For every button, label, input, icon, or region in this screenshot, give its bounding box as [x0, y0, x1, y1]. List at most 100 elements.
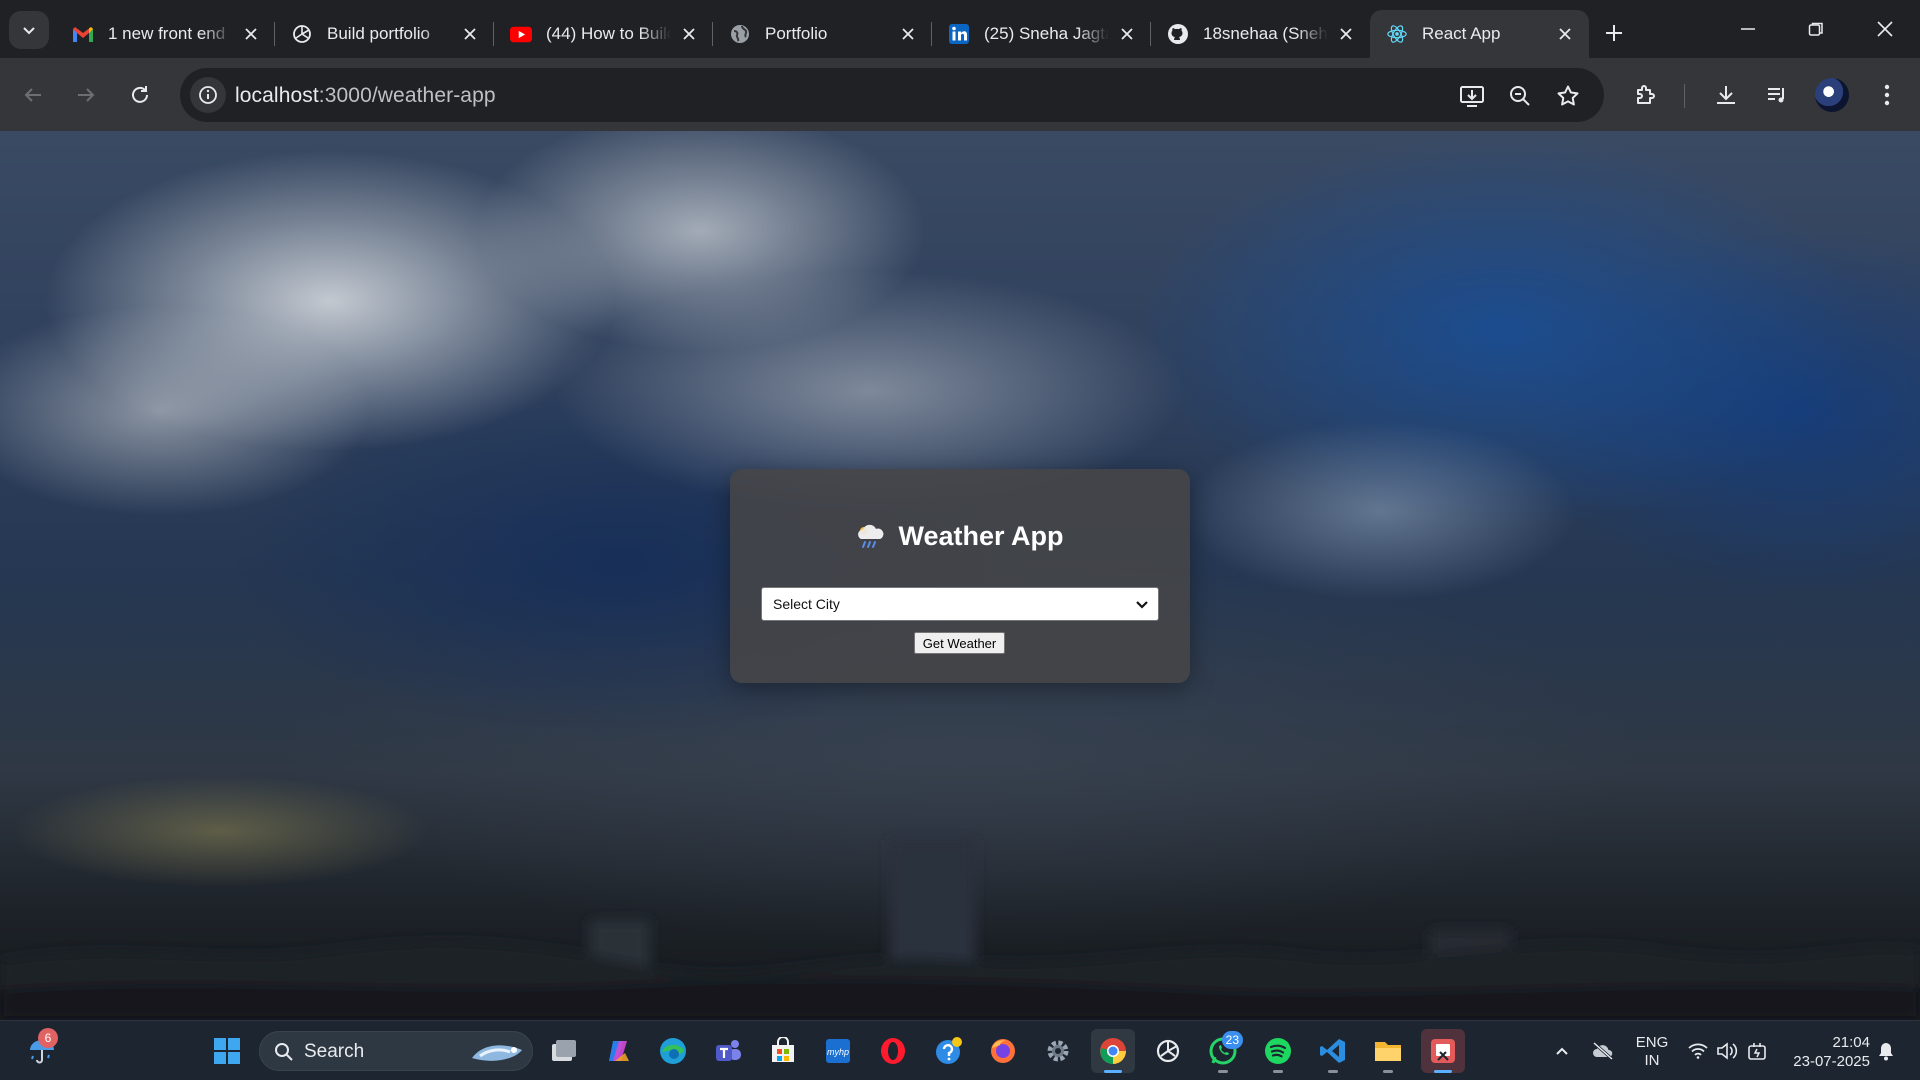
city-select[interactable]: Select City [761, 587, 1159, 621]
restore-button[interactable] [1786, 8, 1846, 50]
tab-react-app[interactable]: React App [1370, 10, 1589, 58]
downloads-button[interactable] [1707, 76, 1745, 114]
back-button[interactable] [14, 76, 52, 114]
chevron-down-icon [1136, 601, 1148, 609]
close-window-button[interactable] [1855, 8, 1915, 50]
chrome-icon [1100, 1038, 1126, 1065]
url-text[interactable]: localhost:3000/weather-app [235, 84, 496, 108]
wifi-status[interactable] [1684, 1021, 1712, 1080]
language-indicator[interactable]: ENG IN [1632, 1034, 1672, 1070]
snipping-tool-icon [1431, 1039, 1455, 1063]
tab-portfolio[interactable]: Portfolio [713, 10, 932, 58]
close-icon[interactable] [679, 24, 699, 44]
tab-linkedin[interactable]: (25) Sneha Jagtap [932, 10, 1151, 58]
close-icon[interactable] [1117, 24, 1137, 44]
show-hidden-icons-button[interactable] [1550, 1021, 1574, 1080]
minimize-button[interactable] [1718, 8, 1778, 50]
extensions-button[interactable] [1627, 76, 1665, 114]
store-icon [772, 1037, 794, 1062]
cloud-off-icon [1593, 1041, 1613, 1061]
reload-button[interactable] [121, 76, 159, 114]
system-clock[interactable]: 21:04 23-07-2025 [1780, 1033, 1870, 1071]
myhp-app[interactable]: myhp [816, 1029, 860, 1073]
zoom-button[interactable] [1504, 80, 1536, 112]
more-vert-icon [1884, 84, 1890, 106]
close-icon[interactable] [1555, 24, 1575, 44]
github-icon [1167, 23, 1189, 45]
gmail-icon [72, 23, 94, 45]
address-bar[interactable]: localhost:3000/weather-app [180, 68, 1604, 122]
running-indicator [1218, 1070, 1228, 1073]
arrow-left-icon [24, 88, 41, 102]
info-icon [199, 86, 217, 104]
tab-gmail[interactable]: 1 new front end [56, 10, 275, 58]
battery-status[interactable] [1743, 1021, 1771, 1080]
chrome-app[interactable] [1091, 1029, 1135, 1073]
task-view-button[interactable] [542, 1029, 586, 1073]
opera-app[interactable] [871, 1029, 915, 1073]
vscode-app[interactable] [1311, 1029, 1355, 1073]
download-icon [1717, 86, 1735, 104]
tab-chatgpt[interactable]: Build portfolio [275, 10, 494, 58]
reload-icon [132, 86, 148, 103]
search-label: Search [304, 1041, 365, 1062]
store-app[interactable] [761, 1029, 805, 1073]
snipping-tool-app[interactable] [1421, 1029, 1465, 1073]
bookmark-button[interactable] [1552, 80, 1584, 112]
plus-icon [1606, 25, 1622, 41]
tab-youtube[interactable]: (44) How to Build [494, 10, 713, 58]
help-app[interactable] [926, 1029, 970, 1073]
star-icon [1557, 85, 1579, 106]
settings-app[interactable] [1036, 1029, 1080, 1073]
edge-app[interactable] [651, 1029, 695, 1073]
close-icon [1877, 21, 1893, 37]
chevron-down-icon [23, 27, 35, 35]
copilot-app[interactable] [597, 1029, 641, 1073]
firefox-app[interactable] [981, 1029, 1025, 1073]
svg-text:myhp: myhp [827, 1047, 849, 1057]
notifications-button[interactable] [1873, 1021, 1899, 1080]
chevron-up-icon [1556, 1047, 1568, 1055]
file-explorer-app[interactable] [1366, 1029, 1410, 1073]
tab-github[interactable]: 18snehaa (Sneha) [1151, 10, 1370, 58]
clock-time: 21:04 [1832, 1034, 1870, 1051]
close-icon[interactable] [1336, 24, 1356, 44]
tab-search-button[interactable] [9, 11, 49, 49]
start-button[interactable] [205, 1029, 249, 1073]
teams-icon [716, 1040, 741, 1061]
playlist-icon [1768, 88, 1784, 103]
taskbar-search[interactable]: Search [259, 1031, 533, 1071]
media-controls-button[interactable] [1758, 76, 1796, 114]
install-app-button[interactable] [1456, 80, 1488, 112]
tab-title: Portfolio [765, 24, 828, 43]
globe-icon [729, 23, 751, 45]
folder-icon [1375, 1042, 1401, 1061]
search-highlight-image [472, 1045, 522, 1061]
close-icon[interactable] [898, 24, 918, 44]
get-weather-button[interactable]: Get Weather [914, 632, 1005, 654]
tab-title: React App [1422, 24, 1501, 43]
linkedin-icon [948, 23, 970, 45]
whatsapp-app[interactable]: 23 [1201, 1029, 1245, 1073]
tab-strip: 1 new front end Build portfolio (44) How… [0, 0, 1920, 58]
new-tab-button[interactable] [1597, 16, 1631, 50]
volume-status[interactable] [1713, 1021, 1741, 1080]
forward-button[interactable] [67, 76, 105, 114]
close-icon[interactable] [241, 24, 261, 44]
city-skyline-background [0, 840, 1920, 1020]
windows-logo-icon [214, 1038, 240, 1064]
teams-app[interactable] [706, 1029, 750, 1073]
url-path: :3000/weather-app [318, 84, 496, 107]
spotify-app[interactable] [1256, 1029, 1300, 1073]
running-indicator [1328, 1070, 1338, 1073]
search-icon [275, 1043, 293, 1061]
site-info-button[interactable] [190, 77, 226, 113]
menu-button[interactable] [1868, 76, 1906, 114]
profile-avatar[interactable] [1815, 78, 1849, 112]
puzzle-icon [1637, 85, 1655, 104]
close-icon[interactable] [460, 24, 480, 44]
chatgpt-app[interactable] [1146, 1029, 1190, 1073]
running-indicator [1273, 1070, 1283, 1073]
weather-app-card: Weather App Select City Get Weather [730, 469, 1190, 683]
onedrive-status[interactable] [1589, 1021, 1617, 1080]
